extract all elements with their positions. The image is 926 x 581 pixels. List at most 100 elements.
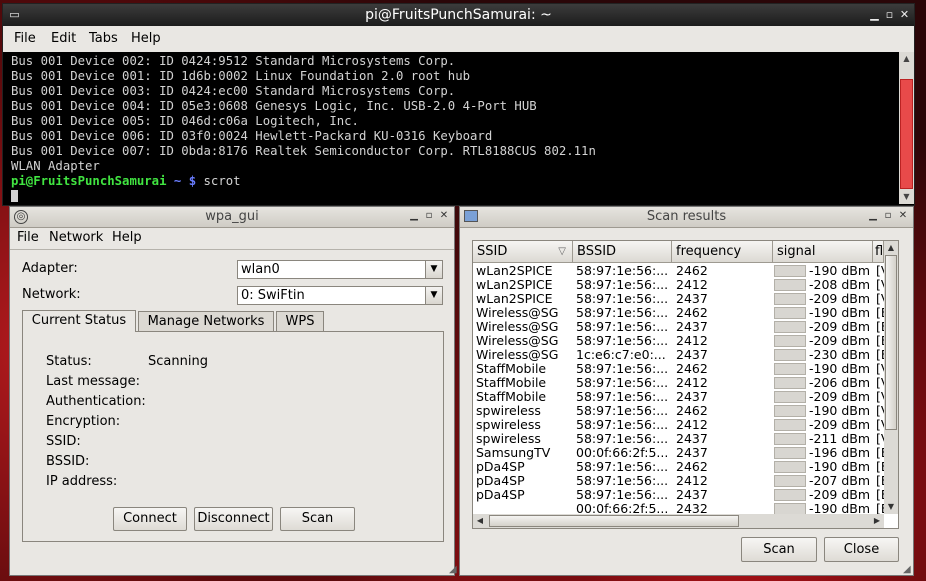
window-icon[interactable]	[464, 210, 478, 222]
cell-signal: -190 dBm	[809, 362, 869, 376]
scan-results-scan-button[interactable]: Scan	[741, 537, 817, 562]
maximize-icon[interactable]: ▫	[882, 210, 894, 222]
menu-tabs[interactable]: Tabs	[89, 31, 118, 46]
signal-bar	[774, 405, 806, 417]
network-select[interactable]: 0: SwiFtin ▼	[237, 286, 443, 305]
cell-signal: -209 dBm	[809, 390, 869, 404]
chevron-down-icon[interactable]: ▼	[425, 261, 442, 278]
table-row[interactable]: spwireless 58:97:1e:56:... 2437 -211 dBm [V	[473, 432, 884, 446]
wpa-menu-help[interactable]: Help	[112, 230, 142, 245]
table-row[interactable]: pDa4SP 58:97:1e:56:... 2462 -190 dBm [E	[473, 460, 884, 474]
cell-bssid: 58:97:1e:56:...	[576, 362, 669, 376]
table-row[interactable]: spwireless 58:97:1e:56:... 2412 -209 dBm [V	[473, 418, 884, 432]
close-icon[interactable]: ✕	[897, 210, 909, 222]
cell-bssid: 58:97:1e:56:...	[576, 320, 669, 334]
table-row[interactable]: Wireless@SG 1c:e6:c7:e0:... 2437 -230 dBm [E	[473, 348, 884, 362]
column-header-bssid[interactable]: BSSID	[573, 241, 672, 263]
resize-grip-icon[interactable]: ◢	[903, 565, 913, 575]
cell-freq: 2462	[676, 264, 708, 278]
ssid-label: SSID:	[46, 434, 81, 449]
table-row[interactable]: wLan2SPICE 58:97:1e:56:... 2462 -190 dBm [V	[473, 264, 884, 278]
cell-signal: -211 dBm	[809, 432, 869, 446]
table-row[interactable]: StaffMobile 58:97:1e:56:... 2412 -206 dBm [V	[473, 376, 884, 390]
table-row[interactable]: spwireless 58:97:1e:56:... 2462 -190 dBm [V	[473, 404, 884, 418]
cell-signal: -209 dBm	[809, 418, 869, 432]
adapter-select[interactable]: wlan0 ▼	[237, 260, 443, 279]
table-row[interactable]: StaffMobile 58:97:1e:56:... 2437 -209 dBm [V	[473, 390, 884, 404]
terminal-line: Bus 001 Device 006: ID 03f0:0024 Hewlett…	[11, 129, 493, 143]
terminal-titlebar[interactable]: ▭ pi@FruitsPunchSamurai: ~ ▁ ▫ ✕	[3, 4, 914, 26]
table-row[interactable]: pDa4SP 58:97:1e:56:... 2437 -209 dBm [E	[473, 488, 884, 502]
scan-button[interactable]: Scan	[280, 507, 355, 531]
column-header-ssid-label: SSID	[477, 244, 508, 259]
maximize-icon[interactable]: ▫	[423, 210, 435, 222]
table-row[interactable]: Wireless@SG 58:97:1e:56:... 2412 -209 dBm [E	[473, 334, 884, 348]
terminal-menubar: File Edit Tabs Help	[3, 26, 914, 53]
table-row[interactable]: wLan2SPICE 58:97:1e:56:... 2412 -208 dBm [V	[473, 278, 884, 292]
cell-ssid: spwireless	[476, 418, 541, 432]
minimize-icon[interactable]: ▁	[408, 210, 420, 222]
cell-bssid: 00:0f:66:2f:5...	[576, 446, 669, 460]
scroll-left-arrow-icon[interactable]: ◀	[473, 514, 487, 528]
column-header-ssid[interactable]: SSID ▽	[473, 241, 573, 263]
tab-manage-networks[interactable]: Manage Networks	[138, 311, 274, 331]
menu-help[interactable]: Help	[131, 31, 161, 46]
wpa-menu-network[interactable]: Network	[49, 230, 103, 245]
signal-bar	[774, 363, 806, 375]
disconnect-button[interactable]: Disconnect	[194, 507, 273, 531]
column-header-flags[interactable]: fl	[873, 241, 884, 263]
table-row[interactable]: Wireless@SG 58:97:1e:56:... 2437 -209 dBm [E	[473, 320, 884, 334]
cell-freq: 2437	[676, 292, 708, 306]
status-value: Scanning	[148, 354, 208, 369]
cell-freq: 2412	[676, 334, 708, 348]
table-vertical-scrollbar[interactable]: ▲ ▼	[884, 241, 898, 514]
horizontal-scroll-thumb[interactable]	[489, 515, 739, 527]
table-horizontal-scrollbar[interactable]: ◀ ▶	[473, 514, 884, 528]
scroll-up-arrow-icon[interactable]: ▲	[899, 52, 914, 66]
tab-current-status[interactable]: Current Status	[22, 310, 136, 332]
close-icon[interactable]: ✕	[438, 210, 450, 222]
scroll-down-arrow-icon[interactable]: ▼	[899, 190, 914, 204]
wpa-gui-titlebar[interactable]: ◎ wpa_gui ▁ ▫ ✕	[10, 207, 454, 228]
cell-ssid: StaffMobile	[476, 362, 547, 376]
vertical-scroll-thumb[interactable]	[885, 255, 897, 430]
menu-file[interactable]: File	[14, 31, 36, 46]
app-icon[interactable]: ◎	[14, 210, 28, 224]
table-row[interactable]: wLan2SPICE 58:97:1e:56:... 2437 -209 dBm [V	[473, 292, 884, 306]
column-header-signal[interactable]: signal	[773, 241, 873, 263]
terminal-scroll-thumb[interactable]	[900, 79, 913, 189]
terminal-line: Bus 001 Device 003: ID 0424:ec00 Standar…	[11, 84, 456, 98]
scroll-down-arrow-icon[interactable]: ▼	[884, 500, 898, 514]
resize-grip-icon[interactable]: ◢	[449, 565, 459, 575]
terminal-output[interactable]: Bus 001 Device 002: ID 0424:9512 Standar…	[3, 52, 899, 204]
close-icon[interactable]: ✕	[897, 7, 912, 22]
table-row[interactable]: pDa4SP 58:97:1e:56:... 2412 -207 dBm [E	[473, 474, 884, 488]
terminal-menu-icon[interactable]: ▭	[7, 7, 22, 22]
scroll-up-arrow-icon[interactable]: ▲	[884, 241, 898, 255]
connect-button[interactable]: Connect	[113, 507, 187, 531]
scan-results-titlebar[interactable]: Scan results ▁ ▫ ✕	[460, 207, 913, 228]
maximize-icon[interactable]: ▫	[882, 7, 897, 22]
minimize-icon[interactable]: ▁	[867, 7, 882, 22]
table-row[interactable]: Wireless@SG 58:97:1e:56:... 2462 -190 dBm [E	[473, 306, 884, 320]
signal-bar	[774, 265, 806, 277]
prompt-path: ~ $	[173, 174, 197, 188]
table-row[interactable]: StaffMobile 58:97:1e:56:... 2462 -190 dBm [V	[473, 362, 884, 376]
cell-signal: -190 dBm	[809, 460, 869, 474]
scroll-right-arrow-icon[interactable]: ▶	[870, 514, 884, 528]
authentication-label: Authentication:	[46, 394, 146, 409]
table-row[interactable]: SamsungTV 00:0f:66:2f:5... 2437 -196 dBm [E	[473, 446, 884, 460]
minimize-icon[interactable]: ▁	[867, 210, 879, 222]
wpa-menu-file[interactable]: File	[17, 230, 39, 245]
terminal-scrollbar[interactable]: ▲ ▼	[899, 52, 914, 204]
menubar-divider	[10, 249, 454, 250]
menu-edit[interactable]: Edit	[51, 31, 76, 46]
cell-ssid: Wireless@SG	[476, 348, 559, 362]
close-button[interactable]: Close	[824, 537, 899, 562]
column-header-frequency[interactable]: frequency	[672, 241, 773, 263]
chevron-down-icon[interactable]: ▼	[425, 287, 442, 304]
tab-wps[interactable]: WPS	[276, 311, 324, 331]
cell-freq: 2462	[676, 404, 708, 418]
signal-bar	[774, 321, 806, 333]
terminal-line: Bus 001 Device 007: ID 0bda:8176 Realtek…	[11, 144, 596, 158]
